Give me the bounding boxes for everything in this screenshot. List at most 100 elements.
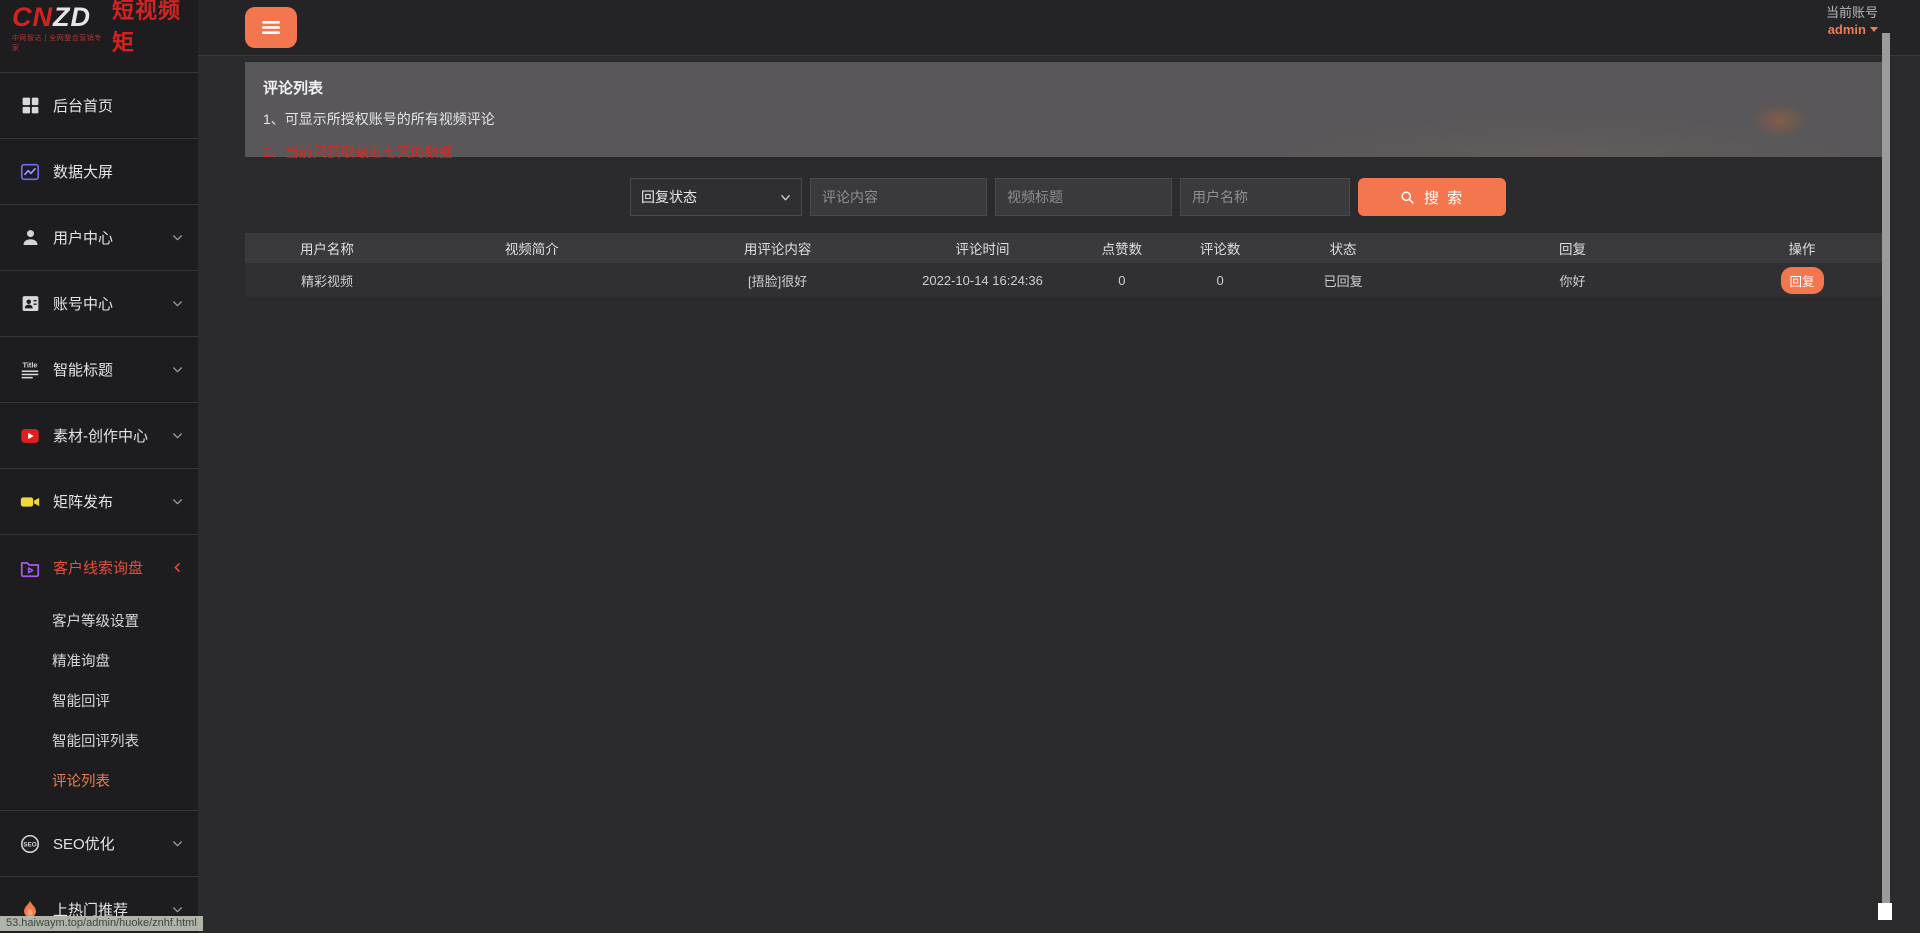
page-title: 评论列表 <box>263 77 1884 98</box>
topbar: CNZD 中网智达 | 全网整合营销专家 短视频矩 当前账号 admin <box>0 0 1920 56</box>
sidebar-item-label: 智能标题 <box>53 359 113 380</box>
reply-status-value: 回复状态 <box>641 187 697 207</box>
col-header-video-desc: 视频简介 <box>409 233 655 263</box>
status-url-tooltip: 53.haiwaym.top/admin/huoke/znhf.html <box>0 916 203 931</box>
folder-video-icon <box>18 556 42 580</box>
chevron-down-icon <box>171 495 184 508</box>
sidebar-subitem-comment-list[interactable]: 评论列表 <box>0 760 198 800</box>
video-title-input[interactable] <box>995 178 1172 216</box>
sidebar-item-seo[interactable]: SEO SEO优化 <box>0 810 198 876</box>
logo-part2: ZD <box>53 2 91 32</box>
col-header-reply: 回复 <box>1425 233 1720 263</box>
logo-mark: CNZD 中网智达 | 全网整合营销专家 <box>12 4 103 53</box>
col-header-comment: 用评论内容 <box>655 233 901 263</box>
sidebar-subitem-label: 智能回评 <box>52 690 110 711</box>
scrollbar-corner <box>1878 903 1892 920</box>
col-header-likes: 点赞数 <box>1064 233 1179 263</box>
sidebar-item-material-center[interactable]: 素材-创作中心 <box>0 402 198 468</box>
search-button-label: 搜 索 <box>1424 187 1464 208</box>
sidebar-item-user-center[interactable]: 用户中心 <box>0 204 198 270</box>
col-header-time: 评论时间 <box>901 233 1065 263</box>
col-header-user: 用户名称 <box>245 233 409 263</box>
logo: CNZD 中网智达 | 全网整合营销专家 短视频矩 <box>0 0 198 56</box>
grid-icon <box>18 94 42 118</box>
account-label: 当前账号 <box>1826 5 1878 21</box>
search-button[interactable]: 搜 索 <box>1358 178 1506 216</box>
sidebar-subitem-smart-reply[interactable]: 智能回评 <box>0 680 198 720</box>
sidebar-subitem-label: 客户等级设置 <box>52 610 139 631</box>
account-name: admin <box>1828 21 1866 38</box>
filter-bar: 回复状态 搜 索 <box>630 178 1884 216</box>
sidebar-item-smart-title[interactable]: Title 智能标题 <box>0 336 198 402</box>
sidebar-subitem-label: 评论列表 <box>52 770 110 791</box>
seo-icon: SEO <box>18 832 42 856</box>
cell-status: 已回复 <box>1261 263 1425 297</box>
chevron-down-icon <box>171 231 184 244</box>
svg-text:SEO: SEO <box>23 841 37 848</box>
chevron-left-icon <box>171 561 184 574</box>
sidebar-subitem-customer-level[interactable]: 客户等级设置 <box>0 600 198 640</box>
sidebar-item-label: 矩阵发布 <box>53 491 113 512</box>
sidebar-item-label: SEO优化 <box>53 833 115 854</box>
reply-status-select[interactable]: 回复状态 <box>630 178 802 216</box>
title-icon: Title <box>18 358 42 382</box>
main-content: 评论列表 1、可显示所授权账号的所有视频评论 2、当前只获取最近七天的数据 回复… <box>198 56 1920 933</box>
table-header-row: 用户名称 视频简介 用评论内容 评论时间 点赞数 评论数 状态 回复 操作 <box>245 233 1884 263</box>
chevron-down-icon <box>780 192 791 203</box>
sidebar-item-label: 用户中心 <box>53 227 113 248</box>
user-name-input[interactable] <box>1180 178 1350 216</box>
sidebar-item-customer-leads[interactable]: 客户线索询盘 <box>0 534 198 600</box>
id-card-icon <box>18 292 42 316</box>
logo-part1: CN <box>12 2 53 32</box>
hamburger-icon <box>261 20 281 35</box>
cell-comments: 0 <box>1179 263 1261 297</box>
chevron-down-icon <box>171 837 184 850</box>
chart-icon <box>18 160 42 184</box>
logo-text: CNZD <box>12 4 103 31</box>
cell-comment: [捂脸]很好 <box>655 263 901 297</box>
sidebar-item-matrix-publish[interactable]: 矩阵发布 <box>0 468 198 534</box>
logo-tagline: 中网智达 | 全网整合营销专家 <box>12 33 103 53</box>
info-panel: 评论列表 1、可显示所授权账号的所有视频评论 2、当前只获取最近七天的数据 <box>245 62 1884 157</box>
sidebar-item-label: 账号中心 <box>53 293 113 314</box>
sidebar-item-label: 后台首页 <box>53 95 113 116</box>
reply-button[interactable]: 回复 <box>1781 267 1824 294</box>
sidebar-item-data-screen[interactable]: 数据大屏 <box>0 138 198 204</box>
sidebar-submenu-customer-leads: 客户等级设置 精准询盘 智能回评 智能回评列表 评论列表 <box>0 600 198 800</box>
sidebar-toggle-button[interactable] <box>245 7 297 48</box>
vertical-scrollbar[interactable] <box>1882 33 1890 903</box>
comments-table: 用户名称 视频简介 用评论内容 评论时间 点赞数 评论数 状态 回复 操作 精彩… <box>245 233 1884 297</box>
sidebar-item-label: 数据大屏 <box>53 161 113 182</box>
sidebar: 后台首页 数据大屏 用户中心 <box>0 56 198 933</box>
chevron-down-icon <box>171 429 184 442</box>
cell-reply: 你好 <box>1425 263 1720 297</box>
sidebar-subitem-label: 精准询盘 <box>52 650 110 671</box>
sidebar-subitem-precise-inquiry[interactable]: 精准询盘 <box>0 640 198 680</box>
comment-content-input[interactable] <box>810 178 987 216</box>
video-play-icon <box>18 424 42 448</box>
account-area: 当前账号 admin <box>1826 5 1878 38</box>
topbar-right: 当前账号 admin <box>198 0 1920 56</box>
chevron-down-icon <box>1870 27 1878 32</box>
col-header-action: 操作 <box>1720 233 1884 263</box>
sidebar-item-label: 素材-创作中心 <box>53 425 148 446</box>
user-icon <box>18 226 42 250</box>
cell-action: 回复 <box>1720 263 1884 297</box>
cell-likes: 0 <box>1064 263 1179 297</box>
cell-video-desc <box>409 263 655 297</box>
cell-user: 精彩视频 <box>245 263 409 297</box>
app-window: CNZD 中网智达 | 全网整合营销专家 短视频矩 当前账号 admin <box>0 0 1920 933</box>
sidebar-subitem-smart-reply-list[interactable]: 智能回评列表 <box>0 720 198 760</box>
col-header-comments: 评论数 <box>1179 233 1261 263</box>
col-header-status: 状态 <box>1261 233 1425 263</box>
logo-product-name: 短视频矩 <box>112 0 198 57</box>
chevron-down-icon <box>171 297 184 310</box>
sidebar-item-account-center[interactable]: 账号中心 <box>0 270 198 336</box>
search-icon <box>1400 190 1415 205</box>
chevron-down-icon <box>171 363 184 376</box>
sidebar-item-label: 客户线索询盘 <box>53 557 143 578</box>
cell-time: 2022-10-14 16:24:36 <box>901 263 1065 297</box>
account-dropdown[interactable]: admin <box>1828 21 1878 38</box>
panel-note-1: 1、可显示所授权账号的所有视频评论 <box>263 109 1884 129</box>
sidebar-item-dashboard[interactable]: 后台首页 <box>0 72 198 138</box>
